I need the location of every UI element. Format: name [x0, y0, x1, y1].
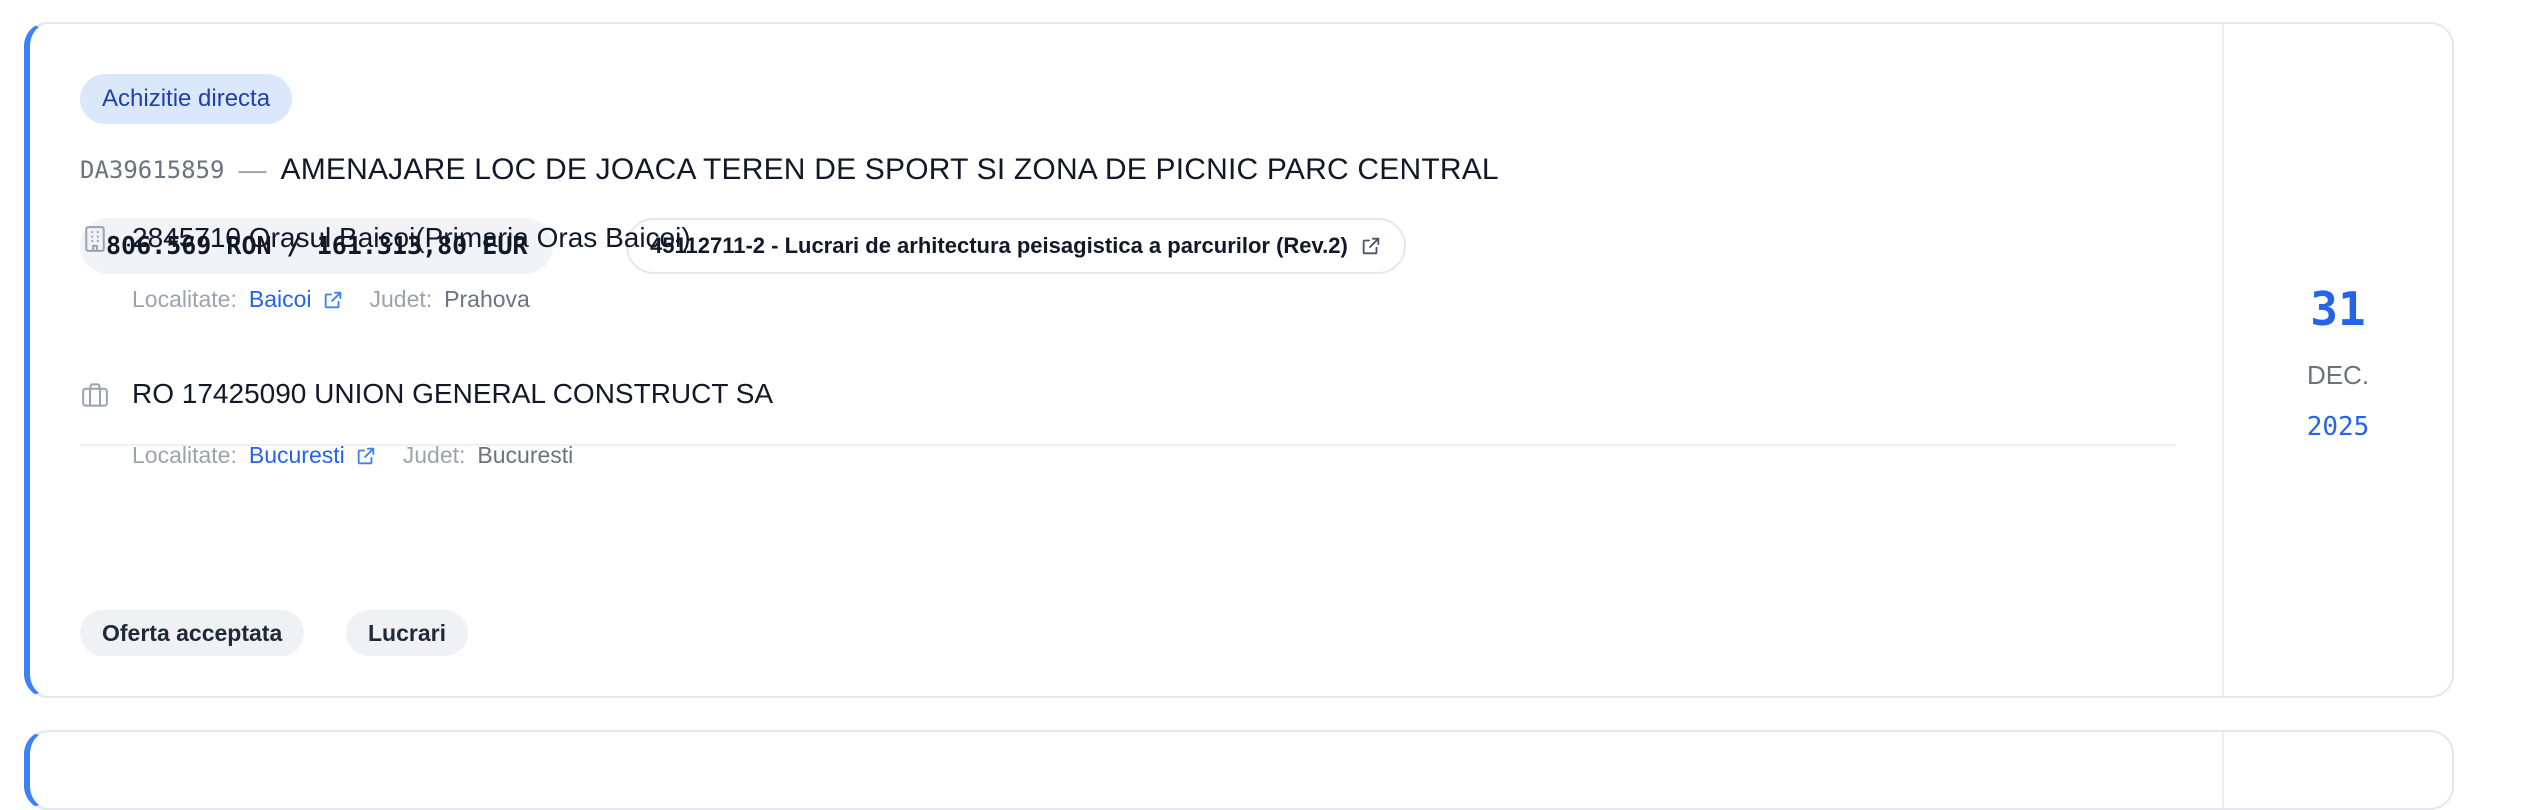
supplier-name[interactable]: RO 17425090 UNION GENERAL CONSTRUCT SA: [132, 378, 773, 410]
contract-title[interactable]: AMENAJARE LOC DE JOACA TEREN DE SPORT SI…: [281, 153, 1499, 187]
title-row: DA39615859 — AMENAJARE LOC DE JOACA TERE…: [80, 148, 1499, 192]
authority-name[interactable]: 2845710 Orasul Baicoi(Primaria Oras Baic…: [132, 222, 691, 254]
contract-card[interactable]: Achizitie directa DA39615859 — AMENAJARE…: [24, 22, 2454, 698]
locality-label: Localitate:: [132, 286, 237, 312]
title-separator: —: [238, 154, 267, 185]
date-year: 2025: [2306, 412, 2370, 442]
external-link-icon[interactable]: [355, 445, 377, 467]
authority-locality-link[interactable]: Baicoi: [249, 286, 312, 313]
contract-card-next[interactable]: [24, 730, 2454, 810]
briefcase-icon: [80, 380, 110, 410]
authority-county: Prahova: [444, 286, 530, 312]
cpv-link[interactable]: 45112711-2 - Lucrari de arhitectura peis…: [626, 218, 1406, 274]
card-main: Achizitie directa DA39615859 — AMENAJARE…: [30, 24, 2224, 696]
date-month: DEC.: [2306, 360, 2370, 390]
date-panel: [2222, 732, 2452, 808]
county-label: Judet:: [402, 442, 466, 468]
contract-code: DA39615859: [80, 156, 225, 184]
date-panel: 31 DEC. 2025: [2222, 24, 2452, 696]
authority-meta: Localitate: Baicoi Judet: Prahova: [132, 286, 530, 313]
status-tag: Oferta acceptata: [80, 610, 305, 656]
supplier-locality-link[interactable]: Bucuresti: [249, 442, 345, 469]
cpv-label: 45112711-2 - Lucrari de arhitectura peis…: [650, 233, 1348, 258]
external-link-icon: [1360, 235, 1382, 257]
supplier-meta: Localitate: Bucuresti Judet: Bucuresti: [132, 442, 573, 469]
external-link-icon[interactable]: [322, 289, 344, 311]
procedure-type-badge: Achizitie directa: [80, 74, 293, 124]
locality-label: Localitate:: [132, 442, 237, 468]
county-label: Judet:: [369, 286, 433, 312]
supplier-county: Bucuresti: [477, 442, 574, 468]
category-tag: Lucrari: [346, 610, 468, 656]
date-day: 31: [2310, 282, 2366, 336]
building-icon: [80, 224, 110, 254]
